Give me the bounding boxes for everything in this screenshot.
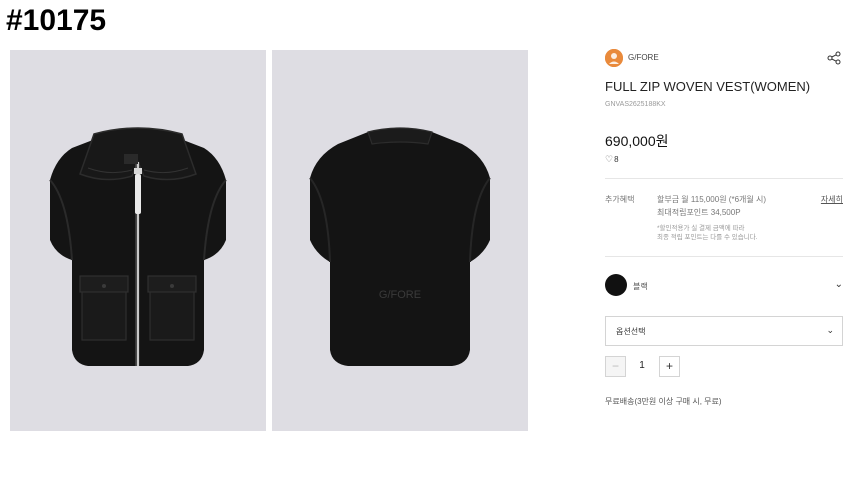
chevron-down-icon[interactable]: ⌄: [835, 279, 843, 290]
option-select[interactable]: 옵션선택 ⌄: [605, 316, 843, 346]
brand-logo[interactable]: [605, 49, 623, 67]
brand-name[interactable]: G/FORE: [628, 53, 659, 62]
color-name: 블랙: [633, 282, 648, 291]
installment-text: 할부금 월 115,000원 (*6개월 시): [657, 195, 766, 204]
product-title: FULL ZIP WOVEN VEST(WOMEN): [605, 79, 811, 94]
share-icon[interactable]: [827, 51, 841, 65]
quantity-decrease-button[interactable]: −: [605, 356, 626, 377]
divider: [605, 178, 843, 179]
wish-count-value: 8: [614, 155, 619, 164]
back-logo-print: G/FORE: [379, 289, 421, 301]
wish-count[interactable]: ♡8: [605, 154, 619, 165]
brand-row: G/FORE: [605, 49, 843, 67]
heart-icon[interactable]: ♡: [605, 154, 613, 165]
product-price: 690,000원: [605, 133, 669, 149]
benefit-label: 추가혜택: [605, 195, 635, 204]
quantity-increase-button[interactable]: +: [659, 356, 680, 377]
chevron-down-icon: ⌄: [826, 325, 834, 335]
brand-logo-icon: [605, 49, 623, 67]
divider: [605, 256, 843, 257]
vest-back-illustration: G/FORE: [309, 127, 491, 366]
quantity-value[interactable]: 1: [631, 360, 653, 371]
product-image-front[interactable]: [10, 50, 266, 431]
color-swatch[interactable]: [605, 274, 627, 296]
product-image-back[interactable]: G/FORE: [272, 50, 528, 431]
shipping-info: 무료배송(3만원 이상 구매 시, 무료): [605, 397, 722, 406]
vest-front-illustration: [49, 127, 227, 366]
color-selector[interactable]: 블랙 ⌄: [605, 274, 843, 298]
option-select-placeholder: 옵션선택: [616, 327, 646, 336]
points-note-2: 최종 적립 포인트는 다를 수 있습니다.: [657, 234, 758, 241]
product-code: GNVAS2625188KX: [605, 101, 666, 108]
benefit-detail-link[interactable]: 자세히: [821, 194, 843, 205]
listing-tag: #10175: [6, 4, 107, 37]
points-text: 최대적립포인트 34,500P: [657, 208, 741, 217]
